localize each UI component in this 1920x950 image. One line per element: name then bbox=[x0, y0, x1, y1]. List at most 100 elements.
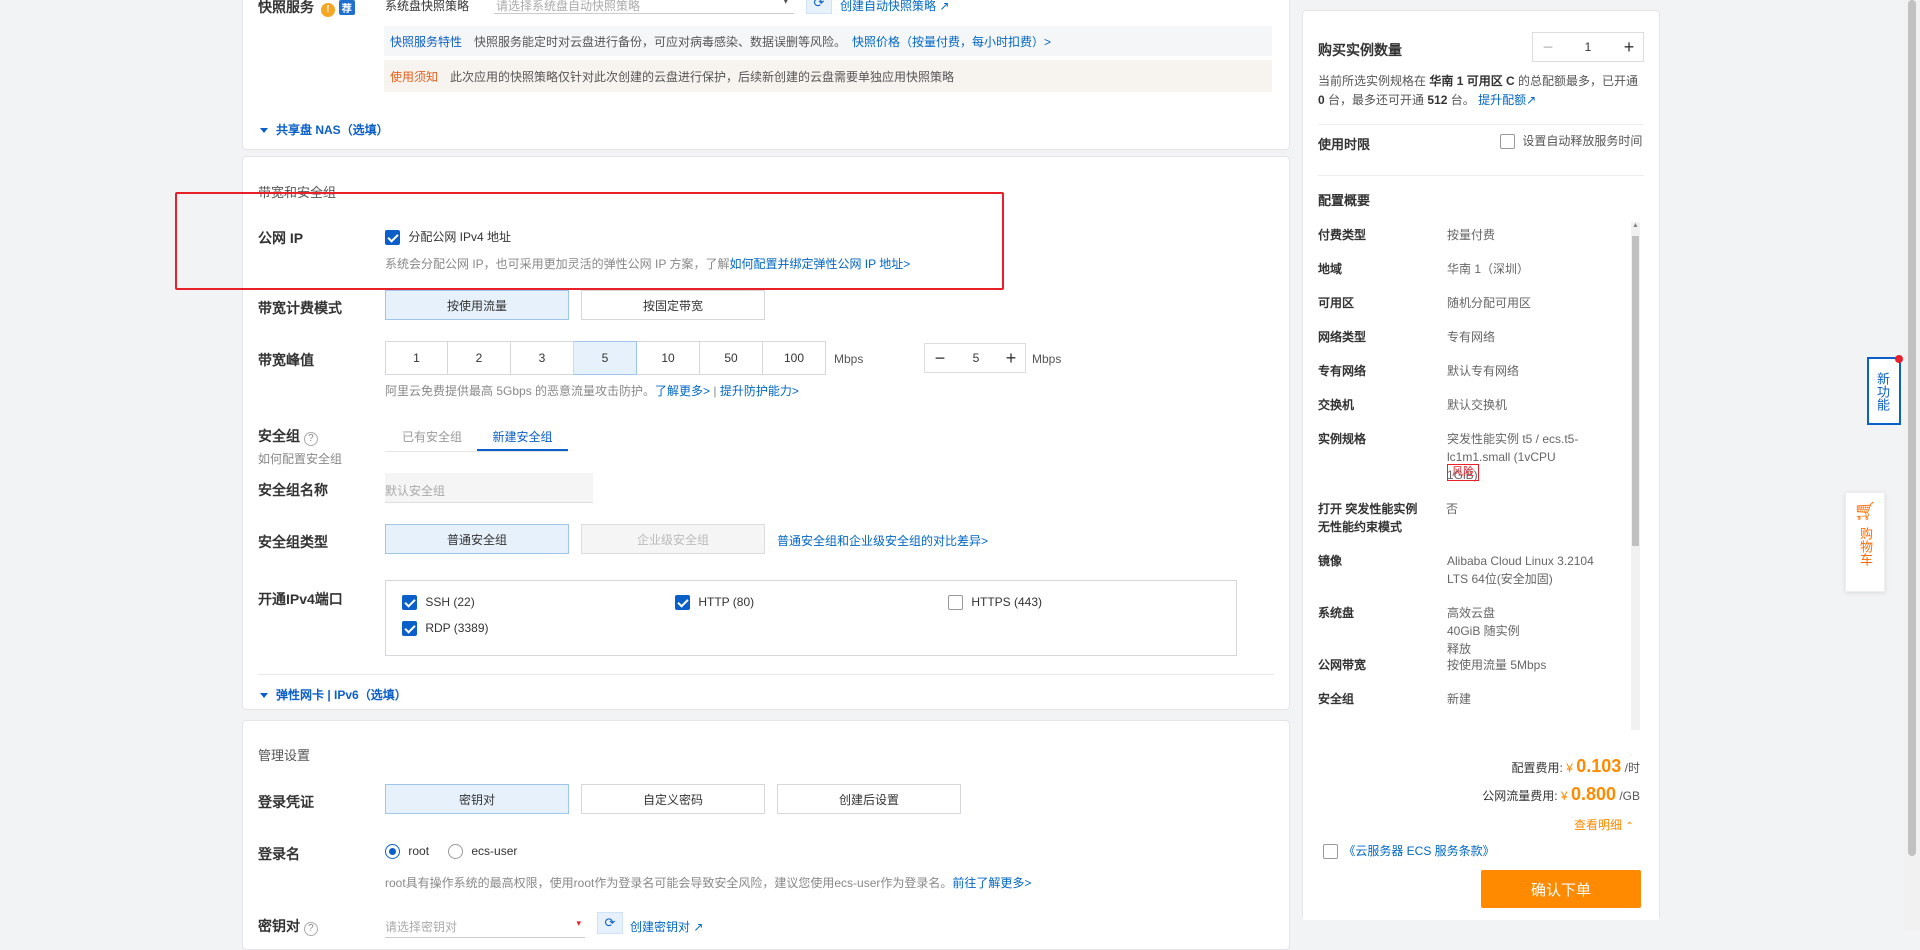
cart-widget[interactable]: 🛒︎ 购物车 bbox=[1845, 492, 1885, 592]
plus-icon[interactable]: + bbox=[997, 344, 1025, 372]
page-scrollbar-thumb[interactable] bbox=[1908, 0, 1916, 856]
scrollbar-thumb[interactable] bbox=[1632, 236, 1639, 546]
port-ssh[interactable]: SSH (22) bbox=[402, 595, 475, 611]
summary-scrollbar[interactable]: ▲ bbox=[1631, 222, 1640, 732]
scroll-up-icon[interactable]: ▲ bbox=[1631, 222, 1640, 232]
summary-key: 镜像 bbox=[1318, 554, 1343, 568]
external-link-icon: ↗ bbox=[1526, 93, 1537, 107]
cred-later-button[interactable]: 创建后设置 bbox=[777, 784, 961, 814]
terms-checkbox[interactable]: 《云服务器 ECS 服务条款》 bbox=[1323, 842, 1495, 860]
notice-text: 此次应用的快照策略仅针对此次创建的云盘进行保护，后续新创建的云盘需要单独应用快照… bbox=[450, 69, 955, 84]
login-learn-link[interactable]: 前往了解更多> bbox=[952, 876, 1031, 890]
summary-value: 华南 1（深圳） bbox=[1447, 262, 1530, 276]
page-scrollbar[interactable] bbox=[1904, 0, 1920, 931]
snapshot-price-link[interactable]: 快照价格（按量付费，每小时扣费）> bbox=[852, 33, 1051, 50]
sg-label-text: 安全组 bbox=[258, 428, 300, 444]
cred-password-button[interactable]: 自定义密码 bbox=[581, 784, 765, 814]
help-icon[interactable]: ? bbox=[303, 922, 318, 936]
login-ecs-user[interactable]: ecs-user bbox=[448, 844, 517, 860]
summary-value: 专有网络 bbox=[1447, 330, 1496, 344]
minus-icon: − bbox=[1542, 36, 1554, 57]
billing-traffic-button[interactable]: 按使用流量 bbox=[385, 290, 569, 320]
config-fee: 配置费用: ¥ 0.103 /时 bbox=[1400, 756, 1640, 777]
port-rdp[interactable]: RDP (3389) bbox=[402, 621, 488, 637]
summary-value: 随机分配可用区 bbox=[1447, 296, 1532, 310]
qty-hint: 当前所选实例规格在 华南 1 可用区 C 的总配额最多，已开通 0 台，最多还可… bbox=[1318, 72, 1648, 110]
confirm-order-button[interactable]: 确认下单 bbox=[1481, 870, 1641, 908]
keypair-create-link[interactable]: 创建密钥对 ↗ bbox=[630, 918, 703, 935]
summary-key: 可用区 bbox=[1318, 296, 1355, 310]
caret-down-icon: ▾ bbox=[576, 918, 581, 928]
sg-type-normal-button[interactable]: 普通安全组 bbox=[385, 524, 569, 554]
minus-icon[interactable]: − bbox=[926, 344, 954, 372]
summary-key: 付费类型 bbox=[1318, 228, 1367, 242]
qty-hint-zone: 华南 1 可用区 C bbox=[1429, 74, 1515, 88]
external-link-icon: ↗ bbox=[693, 920, 704, 934]
snapshot-policy-label: 系统盘快照策略 bbox=[385, 0, 470, 13]
keypair-select[interactable]: 请选择密钥对 ▾ bbox=[385, 912, 585, 938]
cred-keypair-button[interactable]: 密钥对 bbox=[385, 784, 569, 814]
auto-release-label: 设置自动释放服务时间 bbox=[1522, 134, 1643, 148]
peak-stepper-value[interactable]: 5 bbox=[961, 351, 991, 365]
auto-release-checkbox[interactable]: 设置自动释放服务时间 bbox=[1500, 132, 1643, 150]
peak-option-2[interactable]: 2 bbox=[448, 341, 511, 375]
ddos-improve-link[interactable]: 提升防护能力> bbox=[720, 384, 799, 398]
ddos-separator: | bbox=[713, 384, 717, 398]
summary-key: 系统盘 bbox=[1318, 606, 1355, 620]
port-https-check[interactable] bbox=[948, 595, 963, 611]
snapshot-policy-select[interactable]: 请选择系统盘自动快照策略 ▾ bbox=[494, 0, 794, 14]
peak-option-50[interactable]: 50 bbox=[700, 341, 763, 375]
port-https[interactable]: HTTPS (443) bbox=[948, 595, 1042, 611]
sg-type-compare-link[interactable]: 普通安全组和企业级安全组的对比差异> bbox=[777, 532, 988, 549]
login-label: 登录名 bbox=[258, 846, 300, 862]
port-rdp-check[interactable] bbox=[402, 621, 417, 637]
help-icon[interactable]: ? bbox=[303, 432, 318, 446]
ddos-learn-link[interactable]: 了解更多> bbox=[655, 384, 710, 398]
sg-tab-existing[interactable]: 已有安全组 bbox=[402, 428, 462, 445]
summary-key: 地域 bbox=[1318, 262, 1343, 276]
peak-option-1[interactable]: 1 bbox=[385, 341, 448, 375]
peak-option-3[interactable]: 3 bbox=[511, 341, 574, 375]
create-snapshot-policy-link[interactable]: 创建自动快照策略 ↗ bbox=[840, 0, 949, 14]
nas-toggle[interactable]: 共享盘 NAS（选填） bbox=[260, 121, 389, 138]
management-section-title: 管理设置 bbox=[258, 748, 311, 763]
terms-link[interactable]: 《云服务器 ECS 服务条款》 bbox=[1343, 844, 1494, 858]
ddos-hint: 阿里云免费提供最高 5Gbps 的恶意流量攻击防护。了解更多> | 提升防护能力… bbox=[385, 382, 799, 399]
peak-stepper[interactable]: − 5 + bbox=[924, 343, 1026, 373]
port-ssh-check[interactable] bbox=[402, 595, 417, 611]
traffic-fee-label: 公网流量费用: bbox=[1482, 789, 1558, 803]
sg-tab-new[interactable]: 新建安全组 bbox=[477, 428, 568, 451]
auto-release-check[interactable] bbox=[1500, 134, 1515, 150]
quota-link[interactable]: 提升配额↗ bbox=[1478, 93, 1536, 107]
sidebar-divider bbox=[1318, 124, 1644, 125]
detail-link[interactable]: 查看明细 ⌃ bbox=[1574, 816, 1634, 833]
qty-label: 购买实例数量 bbox=[1318, 42, 1402, 58]
login-root[interactable]: root bbox=[385, 844, 429, 860]
port-http[interactable]: HTTP (80) bbox=[675, 595, 754, 611]
nas-toggle-text: 共享盘 NAS（选填） bbox=[276, 123, 389, 137]
snapshot-policy-placeholder: 请选择系统盘自动快照策略 bbox=[496, 0, 641, 13]
peak-option-10[interactable]: 10 bbox=[637, 341, 700, 375]
summary-key: 专有网络 bbox=[1318, 364, 1367, 378]
terms-check[interactable] bbox=[1323, 844, 1338, 860]
new-feature-widget[interactable]: 新功能 bbox=[1867, 355, 1903, 425]
refresh-button[interactable]: ⟳ bbox=[806, 0, 832, 14]
feature-tag: 快照服务特性 bbox=[390, 34, 463, 49]
new-feature-text: 新功能 bbox=[1875, 371, 1890, 411]
port-http-check[interactable] bbox=[675, 595, 690, 611]
sg-name-input[interactable]: 默认安全组 bbox=[385, 473, 593, 503]
eni-toggle[interactable]: 弹性网卡 | IPv6（选填） bbox=[260, 686, 407, 703]
qty-stepper[interactable]: − 1 + bbox=[1532, 32, 1644, 62]
traffic-fee-value: 0.800 bbox=[1570, 784, 1616, 804]
snapshot-label: 快照服务 ! 荐 bbox=[258, 0, 355, 17]
summary-value: 按使用流量 5Mbps bbox=[1447, 658, 1547, 672]
plus-icon[interactable]: + bbox=[1615, 33, 1643, 61]
login-root-radio[interactable] bbox=[385, 844, 400, 860]
ports-label: 开通IPv4端口 bbox=[258, 591, 343, 607]
login-ecs-user-radio[interactable] bbox=[448, 844, 463, 860]
billing-fixed-button[interactable]: 按固定带宽 bbox=[581, 290, 765, 320]
qty-value[interactable]: 1 bbox=[1573, 40, 1603, 54]
peak-label: 带宽峰值 bbox=[258, 352, 314, 368]
peak-option-100[interactable]: 100 bbox=[763, 341, 826, 375]
peak-option-5[interactable]: 5 bbox=[574, 341, 637, 375]
